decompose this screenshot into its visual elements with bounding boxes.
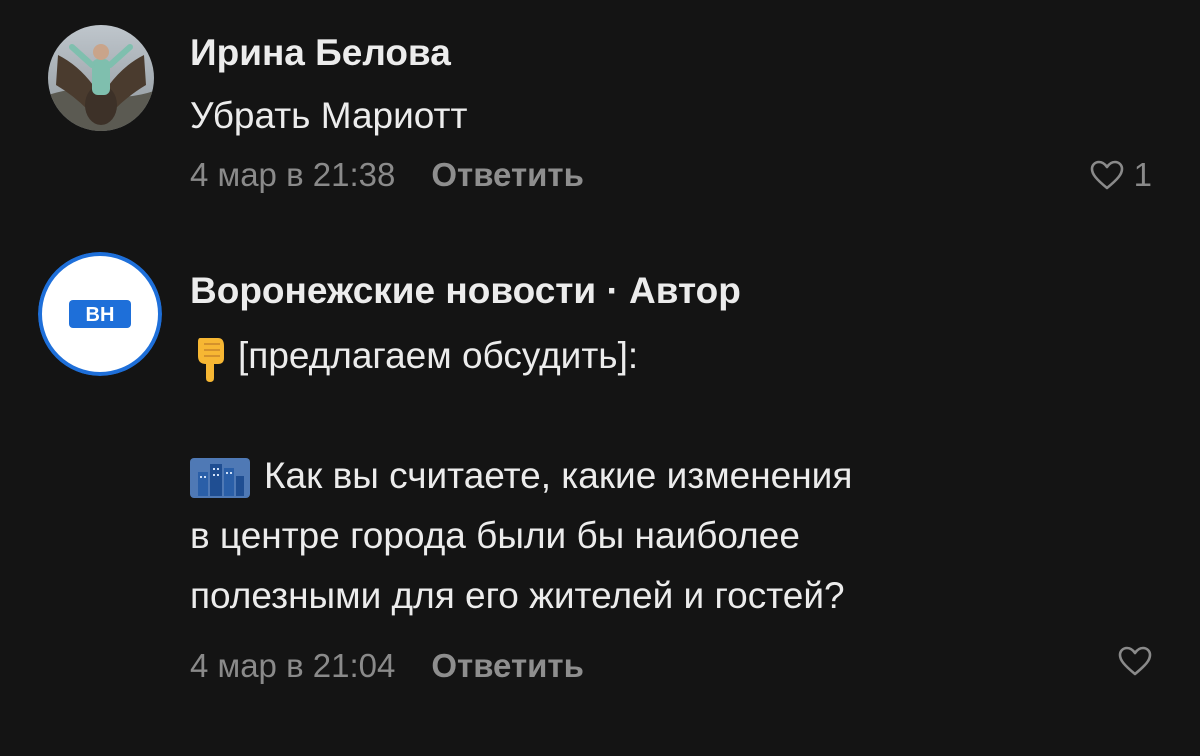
- text-line-content: [предлагаем обсудить]:: [238, 335, 639, 376]
- voronezh-news-logo-icon: ВН: [38, 252, 162, 376]
- comment-author[interactable]: Воронежские новости · Автор: [190, 270, 741, 312]
- cityscape-icon: [190, 458, 250, 499]
- text-line: в центре города были бы наиболее: [190, 515, 800, 556]
- user-photo-avatar-icon: [48, 25, 154, 131]
- pointing-down-hand-icon: [198, 338, 224, 383]
- heart-outline-icon: [1118, 646, 1152, 676]
- like-button[interactable]: [1118, 646, 1152, 676]
- comment-meta: 4 мар в 21:38 Ответить: [190, 156, 584, 194]
- avatar[interactable]: ВН: [38, 252, 162, 376]
- comment-text: [предлагаем обсудить]: Как вы считаете, …: [190, 326, 852, 626]
- text-line: [190, 386, 852, 446]
- comment-meta: 4 мар в 21:04 Ответить: [190, 647, 584, 685]
- reply-button[interactable]: Ответить: [431, 156, 584, 193]
- comment-text: Убрать Мариотт: [190, 95, 468, 136]
- reply-button[interactable]: Ответить: [431, 647, 584, 684]
- timestamp: 4 мар в 21:04: [190, 647, 396, 684]
- text-line: Как вы считаете, какие изменения: [190, 446, 852, 506]
- avatar[interactable]: [48, 25, 154, 131]
- heart-outline-icon: [1090, 160, 1123, 190]
- text-line: полезными для его жителей и гостей?: [190, 575, 845, 616]
- avatar-label: ВН: [86, 304, 115, 326]
- timestamp: 4 мар в 21:38: [190, 156, 396, 193]
- comment-author[interactable]: Ирина Белова: [190, 32, 451, 74]
- text-line: [предлагаем обсудить]:: [190, 326, 852, 386]
- text-line-content: Как вы считаете, какие изменения: [264, 455, 853, 496]
- like-count: 1: [1133, 156, 1152, 193]
- like-button[interactable]: 1: [1090, 156, 1152, 194]
